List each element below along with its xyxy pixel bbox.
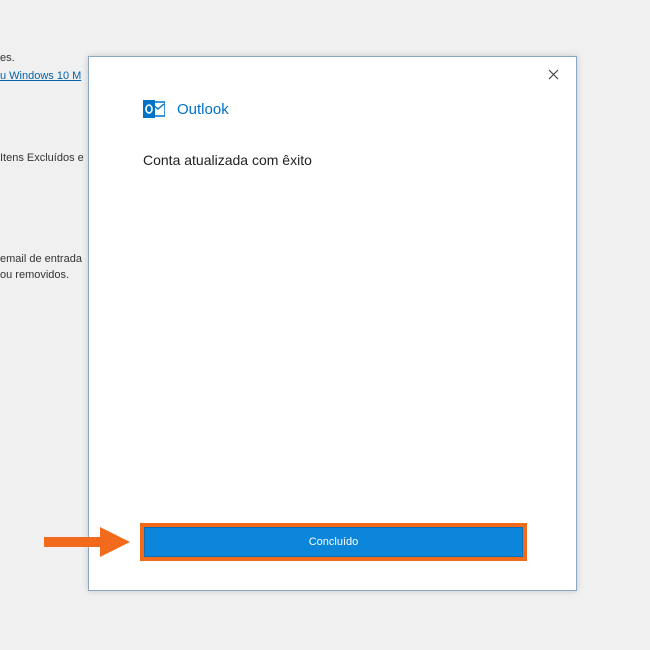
account-settings-dialog: Outlook Conta atualizada com êxito Concl… bbox=[88, 56, 577, 591]
background-text-line: Itens Excluídos e bbox=[0, 152, 84, 164]
close-icon bbox=[548, 69, 558, 79]
outlook-logo-icon bbox=[143, 100, 165, 118]
done-button[interactable]: Concluído bbox=[144, 527, 523, 557]
pointer-arrow-icon bbox=[44, 527, 130, 557]
success-message: Conta atualizada com êxito bbox=[143, 152, 312, 168]
done-button-highlight: Concluído bbox=[140, 523, 527, 561]
close-button[interactable] bbox=[544, 65, 562, 83]
background-text-line: ou removidos. bbox=[0, 269, 70, 281]
app-name: Outlook bbox=[177, 100, 229, 118]
outlook-brand: Outlook bbox=[143, 99, 229, 119]
background-link[interactable]: u Windows 10 M bbox=[0, 70, 81, 82]
background-text-line: email de entrada bbox=[0, 253, 82, 265]
background-text-line: es. bbox=[0, 52, 15, 64]
